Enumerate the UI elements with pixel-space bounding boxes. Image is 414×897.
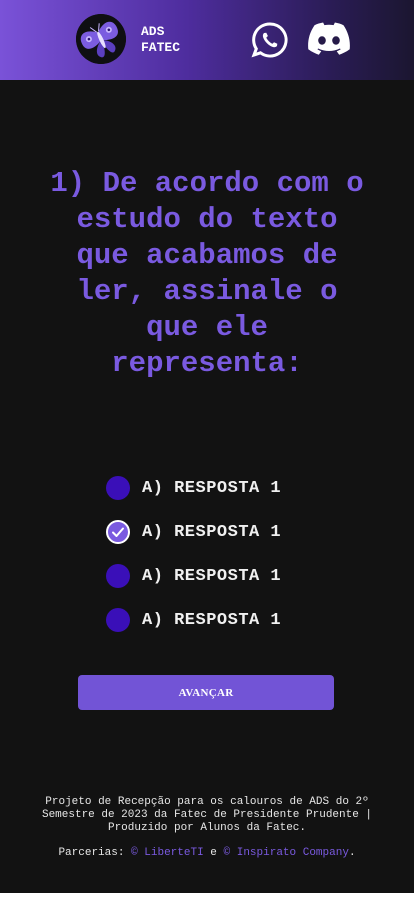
answer-option-a2[interactable]: A) RESPOSTA 1 (106, 510, 336, 554)
footer: Projeto de Recepção para os calouros de … (40, 796, 374, 860)
answer-label: A) RESPOSTA 1 (142, 566, 282, 586)
partners-label: Parcerias: (58, 847, 125, 859)
radio-checked-icon[interactable] (106, 520, 130, 544)
answer-option-a1[interactable]: A) RESPOSTA 1 (106, 466, 336, 510)
partners-connector: e (210, 847, 217, 859)
question-text: 1) De acordo com o estudo do texto que a… (50, 167, 364, 380)
brand-line-2: FATEC (141, 40, 181, 55)
answer-options: A) RESPOSTA 1 A) RESPOSTA 1 A) RESPOSTA … (106, 466, 336, 642)
partner-link-liberteti[interactable]: © LiberteTI (131, 847, 204, 859)
partners-end: . (348, 847, 356, 859)
top-header: ADS FATEC (0, 0, 414, 80)
radio-unchecked-icon[interactable] (106, 564, 130, 588)
answer-label: A) RESPOSTA 1 (142, 610, 282, 630)
bottom-divider (0, 893, 414, 897)
discord-icon[interactable] (308, 22, 350, 56)
moth-icon[interactable] (76, 14, 126, 64)
whatsapp-icon[interactable] (251, 21, 289, 59)
radio-unchecked-icon[interactable] (106, 608, 130, 632)
answer-option-a4[interactable]: A) RESPOSTA 1 (106, 598, 336, 642)
answer-option-a3[interactable]: A) RESPOSTA 1 (106, 554, 336, 598)
next-button[interactable]: AVANÇAR (78, 675, 334, 710)
footer-credits: Projeto de Recepção para os calouros de … (41, 796, 373, 834)
answer-label: A) RESPOSTA 1 (142, 478, 282, 498)
brand-name: ADS FATEC (141, 24, 180, 56)
partner-link-inspirato[interactable]: © Inspirato Company (224, 847, 349, 859)
answer-label: A) RESPOSTA 1 (142, 522, 282, 542)
radio-unchecked-icon[interactable] (106, 476, 130, 500)
brand-line-1: ADS (141, 24, 165, 39)
checkmark-icon (112, 527, 124, 537)
footer-partners: Parcerias: © LiberteTI e © Inspirato Com… (40, 847, 374, 860)
